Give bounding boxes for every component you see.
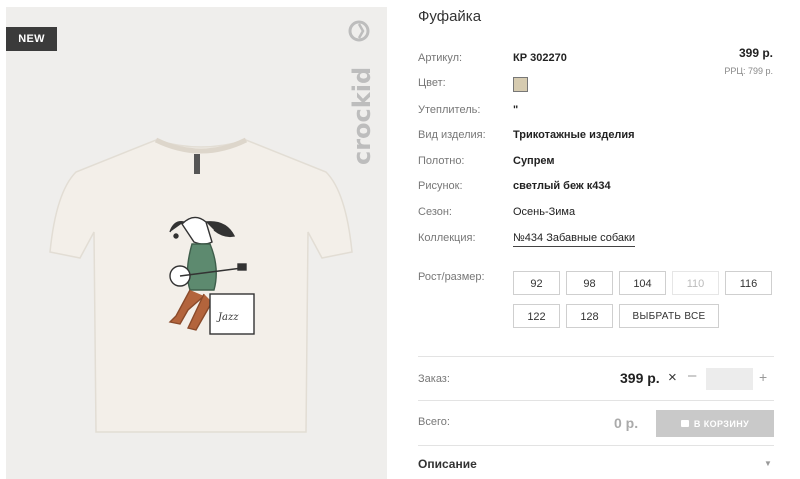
minus-icon[interactable]: – <box>688 367 696 384</box>
total-value: 0 р. <box>614 415 639 431</box>
product-title: Фуфайка <box>418 8 482 25</box>
select-all-sizes-button[interactable]: ВЫБРАТЬ ВСЕ <box>619 304 719 328</box>
description-heading[interactable]: Описание <box>418 457 477 471</box>
fabric-label: Полотно: <box>418 155 465 167</box>
collection-link-wrap: №434 Забавные собаки <box>513 232 635 247</box>
plus-icon[interactable]: + <box>759 369 767 385</box>
divider <box>418 356 774 357</box>
size-option-98[interactable]: 98 <box>566 271 613 295</box>
collection-label: Коллекция: <box>418 232 476 244</box>
insulation-label: Утеплитель: <box>418 104 481 116</box>
type-label: Вид изделия: <box>418 129 486 141</box>
season-label: Сезон: <box>418 206 452 218</box>
recommended-price: РРЦ: 799 р. <box>724 66 773 76</box>
insulation-value: " <box>513 104 519 116</box>
product-photo[interactable]: NEW crockid Jazz <box>6 7 387 479</box>
type-value: Трикотажные изделия <box>513 129 635 141</box>
size-option-116[interactable]: 116 <box>725 271 772 295</box>
product-price: 399 р. <box>738 46 773 60</box>
divider <box>418 445 774 446</box>
order-label: Заказ: <box>418 373 450 385</box>
pattern-value: светлый беж к434 <box>513 180 611 192</box>
svg-text:Jazz: Jazz <box>216 312 239 323</box>
color-label: Цвет: <box>418 77 446 89</box>
fabric-value: Супрем <box>513 155 555 167</box>
order-price: 399 р. <box>620 370 660 386</box>
divider <box>418 400 774 401</box>
add-to-cart-label: В КОРЗИНУ <box>693 418 750 429</box>
size-option-128[interactable]: 128 <box>566 304 613 328</box>
size-label: Рост/размер: <box>418 271 485 283</box>
collection-link[interactable]: №434 Забавные собаки <box>513 232 635 247</box>
cart-icon <box>680 420 689 427</box>
total-label: Всего: <box>418 416 450 428</box>
chevron-down-icon[interactable]: ▼ <box>764 459 772 468</box>
article-label: Артикул: <box>418 52 463 64</box>
size-option-122[interactable]: 122 <box>513 304 560 328</box>
new-badge: NEW <box>6 27 57 51</box>
season-value: Осень-Зима <box>513 206 576 218</box>
article-value: КР 302270 <box>513 52 567 64</box>
close-icon[interactable]: × <box>668 369 677 386</box>
size-option-104[interactable]: 104 <box>619 271 666 295</box>
add-to-cart-button[interactable]: В КОРЗИНУ <box>656 410 774 437</box>
t-shirt-image: Jazz <box>36 132 366 442</box>
size-option-110: 110 <box>672 271 719 295</box>
color-swatch[interactable] <box>513 77 528 92</box>
pattern-label: Рисунок: <box>418 180 463 192</box>
size-option-92[interactable]: 92 <box>513 271 560 295</box>
quantity-input[interactable] <box>706 368 753 390</box>
